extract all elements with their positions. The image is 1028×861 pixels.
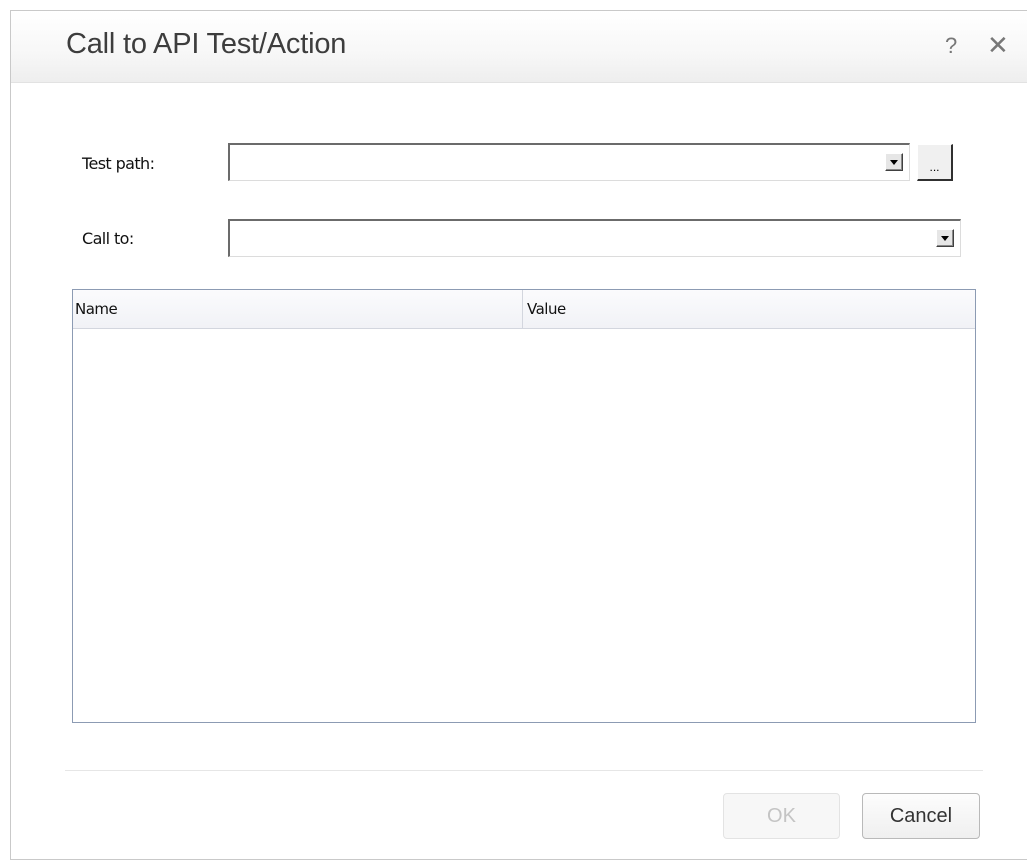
- dialog-title: Call to API Test/Action: [66, 28, 347, 60]
- parameters-grid[interactable]: Name Value: [72, 289, 976, 723]
- call-to-combobox[interactable]: [228, 219, 961, 257]
- close-icon[interactable]: ✕: [987, 30, 1009, 61]
- browse-button[interactable]: ...: [917, 144, 953, 181]
- footer-divider: [65, 770, 983, 771]
- ok-button[interactable]: OK: [723, 793, 840, 839]
- help-icon[interactable]: ?: [945, 33, 957, 59]
- dropdown-arrow-icon: [941, 236, 949, 241]
- test-path-label: Test path:: [82, 154, 155, 173]
- test-path-input[interactable]: [232, 147, 883, 178]
- call-to-label: Call to:: [82, 229, 134, 248]
- grid-header: Name Value: [73, 290, 975, 329]
- call-to-input[interactable]: [232, 223, 934, 254]
- dialog-titlebar: Call to API Test/Action ? ✕: [11, 11, 1027, 83]
- call-to-dropdown-button[interactable]: [936, 229, 954, 247]
- test-path-dropdown-button[interactable]: [885, 153, 903, 171]
- test-path-combobox[interactable]: [228, 143, 910, 181]
- dropdown-arrow-icon: [890, 160, 898, 165]
- column-header-name[interactable]: Name: [73, 290, 523, 329]
- call-to-api-dialog: Call to API Test/Action ? ✕ Test path: .…: [10, 10, 1027, 860]
- cancel-button[interactable]: Cancel: [862, 793, 980, 839]
- column-header-value[interactable]: Value: [524, 290, 975, 329]
